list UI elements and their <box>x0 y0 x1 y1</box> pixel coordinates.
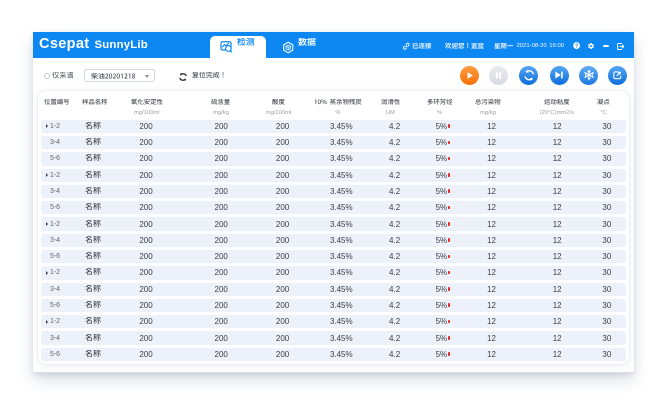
svg-text:?: ? <box>575 44 578 50</box>
